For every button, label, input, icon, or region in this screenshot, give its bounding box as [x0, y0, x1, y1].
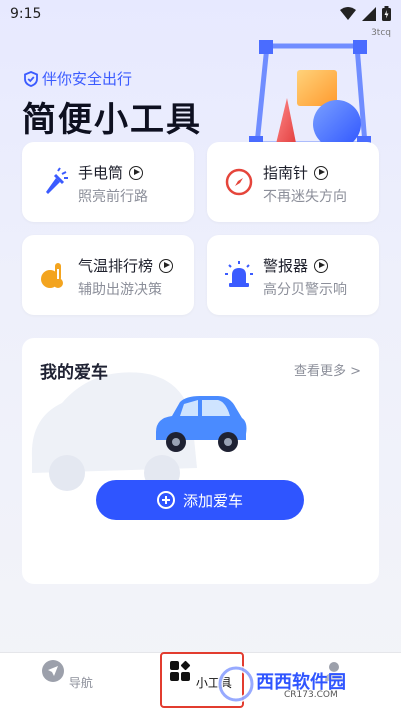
watermark-logo: 西西软件园 CR173.COM [214, 664, 384, 704]
watermark-site: CR173.COM [284, 690, 338, 700]
siren-icon [225, 261, 253, 287]
view-more-link[interactable]: 查看更多 > [294, 360, 361, 379]
tool-desc: 不再迷失方向 [263, 189, 347, 205]
play-icon [129, 165, 144, 180]
play-icon [314, 165, 329, 180]
tool-card-alarm[interactable]: 警报器 高分贝警示响 [207, 235, 379, 315]
tool-card-temperature-ranking[interactable]: 气温排行榜 辅助出游决策 [22, 235, 194, 315]
thermometer-icon [41, 263, 63, 288]
add-icon [156, 491, 175, 509]
tool-name: 指南针 [263, 162, 329, 183]
status-icons [340, 6, 391, 21]
navigation-icon [42, 660, 65, 682]
add-car-button[interactable]: 添加爱车 [96, 480, 304, 520]
play-icon [159, 258, 174, 273]
wifi-icon [340, 6, 356, 20]
my-car-card: 我的爱车 查看更多 > 添加爱车 [22, 338, 379, 584]
tool-desc: 照亮前行路 [78, 189, 148, 205]
nav-item-navigation[interactable]: 导航 [27, 659, 107, 691]
page-title: 简便小工具 [22, 100, 202, 140]
tool-name: 手电筒 [78, 162, 144, 183]
signal-icon [362, 6, 376, 21]
nav-label: 导航 [68, 676, 93, 690]
add-car-label: 添加爱车 [182, 491, 243, 510]
compass-icon [225, 168, 253, 196]
watermark-c-logo [217, 665, 255, 703]
tool-desc: 高分贝警示响 [263, 282, 347, 298]
shield-check-icon [24, 70, 38, 87]
tool-card-flashlight[interactable]: 手电筒 照亮前行路 [22, 142, 194, 222]
play-icon [314, 258, 329, 273]
tool-name: 气温排行榜 [78, 255, 174, 276]
slogan-text: 伴你安全出行 [42, 70, 133, 88]
flashlight-icon [46, 167, 68, 194]
tool-card-compass[interactable]: 指南针 不再迷失方向 [207, 142, 379, 222]
slogan: 伴你安全出行 [24, 68, 132, 89]
status-time: 9:15 [10, 6, 42, 22]
hero-shapes-illustration [249, 40, 371, 150]
tool-name: 警报器 [263, 255, 329, 276]
my-car-title: 我的爱车 [40, 363, 108, 383]
status-bar: 9:15 [0, 0, 401, 30]
tool-desc: 辅助出游决策 [78, 282, 162, 298]
blue-car-icon [156, 396, 247, 452]
battery-icon [382, 6, 391, 21]
